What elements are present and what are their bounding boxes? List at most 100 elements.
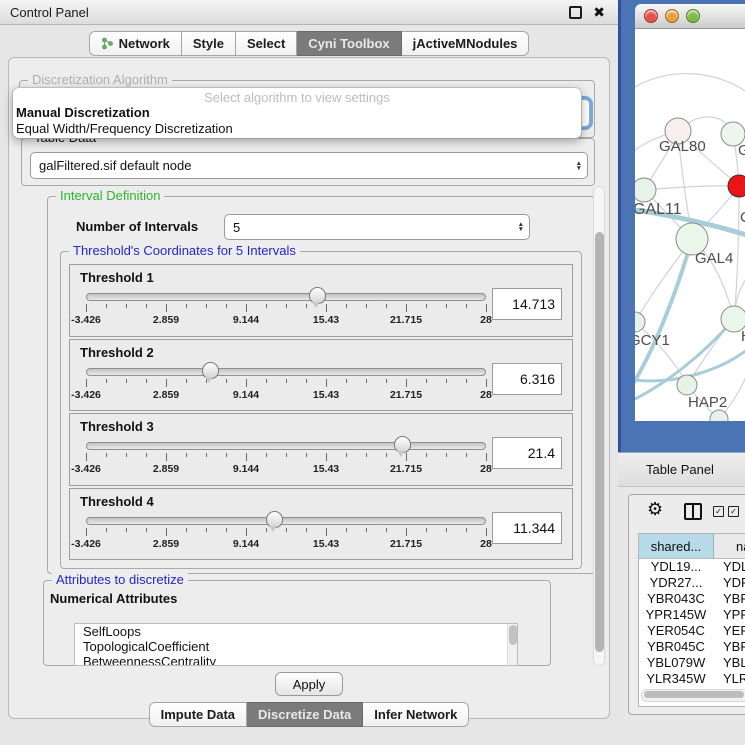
cell-name[interactable]: YBR0	[713, 591, 745, 607]
tab-network[interactable]: Network	[89, 31, 182, 56]
cell-name[interactable]: YPR1	[713, 607, 745, 623]
threshold-slider[interactable]: -3.4262.8599.14415.4321.71528	[86, 511, 486, 551]
cell-shared-name[interactable]: YPR145W	[639, 607, 713, 623]
table-data-combobox[interactable]: galFiltered.sif default node ▲▼	[30, 152, 588, 179]
network-canvas[interactable]: GAL80G.GAL11GAL4GCY1HHAP2C	[635, 29, 745, 421]
column-header-shared-name[interactable]: shared...	[639, 534, 714, 558]
slider-track[interactable]	[86, 368, 486, 376]
tab-cyni-toolbox[interactable]: Cyni Toolbox	[297, 31, 401, 56]
table-row[interactable]: YBL079WYBL0	[639, 655, 745, 671]
float-window-icon[interactable]	[569, 6, 582, 19]
cell-name[interactable]: YER0	[713, 623, 745, 639]
node-label: G.	[738, 142, 745, 159]
threshold-value-field[interactable]: 6.316	[492, 363, 562, 395]
checkbox-icon[interactable]: ✓	[713, 506, 724, 517]
number-of-intervals-combobox[interactable]: 5 ▲▼	[224, 214, 530, 240]
network-edge[interactable]	[644, 186, 739, 190]
tab-impute-data[interactable]: Impute Data	[149, 702, 247, 727]
gear-icon[interactable]: ⚙	[647, 500, 663, 518]
cell-name[interactable]: YDR2	[713, 575, 745, 591]
threshold-value-field[interactable]: 21.4	[492, 437, 562, 469]
apply-button[interactable]: Apply	[275, 672, 343, 696]
tick-label: 15.43	[313, 538, 339, 550]
dropdown-item[interactable]: Manual Discretization	[13, 105, 581, 121]
tick-label: 15.43	[313, 314, 339, 326]
cell-shared-name[interactable]: YBL079W	[639, 655, 713, 671]
tab-label: Discretize Data	[258, 707, 351, 722]
table-row[interactable]: YLR345WYLR3	[639, 671, 745, 687]
network-node[interactable]	[635, 178, 656, 202]
tab-label: Impute Data	[161, 707, 235, 722]
network-node[interactable]	[677, 375, 697, 395]
slider-thumb[interactable]	[202, 362, 219, 379]
threshold-value-field[interactable]: 14.713	[492, 288, 562, 320]
cell-shared-name[interactable]: YLR345W	[639, 671, 713, 687]
slider-thumb[interactable]	[309, 287, 326, 304]
table-panel-bar: Table Panel	[618, 452, 745, 487]
cell-shared-name[interactable]: YDL19...	[639, 559, 713, 575]
table-row[interactable]: YDL19...YDL1	[639, 559, 745, 575]
attribute-list-item[interactable]: BetweennessCentrality	[75, 654, 517, 666]
node-label: GCY1	[635, 332, 670, 349]
interval-definition-group: Interval Definition Number of Intervals …	[47, 196, 595, 574]
numerical-attributes-list[interactable]: SelfLoopsTopologicalCoefficientBetweenne…	[74, 623, 518, 666]
tick-label: 2.859	[153, 538, 179, 550]
mac-minimize-icon[interactable]	[665, 9, 679, 23]
panel-scrollbar-thumb[interactable]	[595, 232, 604, 652]
settings-scrollarea: Interval Definition Number of Intervals …	[15, 186, 605, 664]
network-node[interactable]	[728, 175, 745, 197]
checkbox-icon[interactable]: ✓	[728, 506, 739, 517]
column-header-name[interactable]: na...	[714, 534, 745, 558]
slider-thumb[interactable]	[394, 436, 411, 453]
list-scrollbar[interactable]	[507, 624, 517, 665]
dropdown-item[interactable]: Equal Width/Frequency Discretization	[13, 121, 581, 137]
attributes-group: Attributes to discretize Numerical Attri…	[43, 580, 551, 666]
cell-name[interactable]: YBR0	[713, 639, 745, 655]
tick-label: -3.426	[71, 538, 101, 550]
threshold-slider[interactable]: -3.4262.8599.14415.4321.71528	[86, 436, 486, 476]
attribute-list-item[interactable]: TopologicalCoefficient	[75, 639, 517, 654]
threshold-value-field[interactable]: 11.344	[492, 512, 562, 544]
table-row[interactable]: YPR145WYPR1	[639, 607, 745, 623]
cell-shared-name[interactable]: YBR043C	[639, 591, 713, 607]
cell-name[interactable]: YLR3	[713, 671, 745, 687]
node-table: shared... na... YDL19...YDL1YDR27...YDR2…	[638, 533, 745, 707]
close-icon[interactable]: ✖	[593, 5, 605, 19]
slider-track[interactable]	[86, 293, 486, 301]
tick-label: -3.426	[71, 463, 101, 475]
cell-name[interactable]: YBL0	[713, 655, 745, 671]
attribute-list-item[interactable]: SelfLoops	[75, 624, 517, 639]
network-window-titlebar[interactable]	[635, 4, 745, 29]
cell-name[interactable]: YDL1	[713, 559, 745, 575]
table-row[interactable]: YBR045CYBR0	[639, 639, 745, 655]
table-row[interactable]: YER054CYER0	[639, 623, 745, 639]
slider-track[interactable]	[86, 517, 486, 525]
cell-shared-name[interactable]: YBR045C	[639, 639, 713, 655]
tick-label: 9.144	[233, 389, 259, 401]
slider-thumb[interactable]	[266, 511, 283, 528]
dropdown-placeholder: Select algorithm to view settings	[13, 90, 581, 105]
cell-shared-name[interactable]: YDR27...	[639, 575, 713, 591]
network-edge[interactable]	[635, 74, 745, 97]
tab-select[interactable]: Select	[236, 31, 297, 56]
node-label: HAP2	[688, 394, 727, 411]
tab-infer-network[interactable]: Infer Network	[363, 702, 469, 727]
slider-track[interactable]	[86, 442, 486, 450]
cell-shared-name[interactable]: YER054C	[639, 623, 713, 639]
mac-zoom-icon[interactable]	[686, 9, 700, 23]
tick-label: 9.144	[233, 463, 259, 475]
threshold-slider[interactable]: -3.4262.8599.14415.4321.71528	[86, 362, 486, 402]
tick-label: 21.715	[390, 389, 422, 401]
mac-close-icon[interactable]	[644, 9, 658, 23]
tab-discretize-data[interactable]: Discretize Data	[247, 702, 363, 727]
tab-style[interactable]: Style	[182, 31, 236, 56]
table-hscrollbar[interactable]	[641, 689, 745, 702]
tab-jactivemnodules[interactable]: jActiveMNodules	[402, 31, 530, 56]
table-row[interactable]: YDR27...YDR2	[639, 575, 745, 591]
top-tabbar: NetworkStyleSelect Cyni Toolbox jActiveMNo…	[0, 31, 618, 56]
tab-label: Cyni Toolbox	[308, 36, 389, 51]
columns-icon[interactable]	[684, 503, 702, 520]
table-row[interactable]: YBR043CYBR0	[639, 591, 745, 607]
stepper-arrows-icon: ▲▼	[518, 222, 524, 232]
threshold-slider[interactable]: -3.4262.8599.14415.4321.71528	[86, 287, 486, 327]
